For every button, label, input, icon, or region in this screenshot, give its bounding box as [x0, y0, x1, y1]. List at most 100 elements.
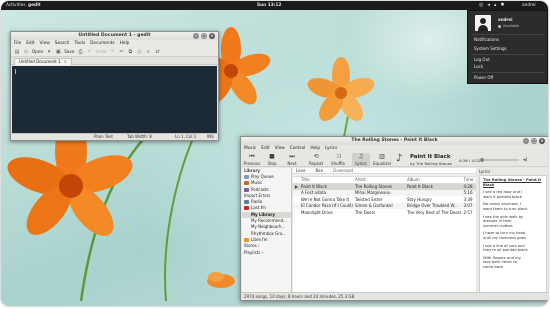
love-button[interactable]: Love — [296, 168, 305, 173]
lyrics-stanza: I see a line of cars and they're all pain… — [483, 243, 528, 253]
lyrics-stanza: No colors anymore, Iwant them to turn bl… — [483, 202, 528, 211]
desktop: Activities gedit Sun 13:12 ◎ ◂ ▴ ✱ andre… — [1, 1, 548, 306]
text-cursor — [15, 69, 16, 74]
menu-view[interactable]: View — [275, 145, 285, 152]
status-dot-icon — [498, 24, 501, 28]
lastfm-icon — [244, 206, 249, 211]
cut-icon[interactable]: ✂ — [118, 49, 124, 55]
menu-view[interactable]: View — [40, 40, 50, 47]
menu-file[interactable]: File — [14, 40, 21, 47]
track-time: 2:57 — [463, 209, 473, 215]
status-icons: ◎ ◂ ▴ ✱ — [479, 2, 505, 8]
maximize-icon[interactable]: □ — [531, 138, 537, 144]
menu-item-notifications[interactable]: Notifications — [474, 37, 499, 42]
menu-tools[interactable]: Tools — [75, 40, 86, 47]
menu-music[interactable]: Music — [244, 145, 256, 152]
window-titlebar[interactable]: Untitled Document 1 - gedit – □ × — [11, 32, 218, 40]
app-menu[interactable]: gedit — [28, 3, 41, 8]
bluetooth-icon[interactable]: ✱ — [500, 2, 504, 8]
menu-documents[interactable]: Documents — [90, 40, 115, 47]
queue-icon — [244, 175, 249, 179]
menubar: Music Edit View Control Help Lyrics — [241, 145, 548, 152]
menu-lyrics[interactable]: Lyrics — [325, 145, 337, 152]
previous-button[interactable]: ⏮ Previous — [243, 153, 261, 166]
stop-icon: ■ — [269, 153, 275, 160]
paste-icon[interactable]: ▥ — [136, 49, 142, 55]
menu-search[interactable]: Search — [55, 40, 70, 47]
open-folder-icon[interactable]: ▭ — [23, 49, 29, 55]
menu-help[interactable]: Help — [120, 40, 130, 47]
user-menu-button[interactable]: andrei — [522, 3, 536, 8]
lyrics-stanza: I see a red door and Iwant it painted bl… — [483, 190, 523, 199]
volume-icon[interactable]: ◂) — [523, 157, 527, 163]
track-table: Title Artist Album Time ▶ Paint It Black… — [293, 177, 476, 216]
menu-item-log-out[interactable]: Log Out — [474, 57, 490, 62]
menu-item-power-off[interactable]: Power Off — [474, 75, 493, 80]
table-row[interactable]: El Condor Pasa (If I Could) Simon & Garf… — [293, 202, 476, 209]
replace-icon[interactable]: ⇄ — [154, 49, 160, 55]
tab-width-selector[interactable]: Tab Width: 8 — [127, 134, 152, 140]
menu-control[interactable]: Control — [290, 145, 306, 152]
lyrics-text[interactable]: The Rolling Stones - Paint It Black I se… — [479, 175, 547, 294]
new-document-icon[interactable]: ▤ — [14, 49, 20, 55]
track-title: We're Not Gonna Take It — [301, 196, 350, 202]
menu-edit[interactable]: Edit — [26, 40, 34, 47]
now-playing-title: Paint It Black — [410, 154, 451, 160]
undo-icon[interactable]: ↶ — [86, 49, 92, 55]
lyrics-icon: ♫ — [358, 153, 364, 160]
minimize-icon[interactable]: – — [523, 138, 529, 144]
menu-item-system-settings[interactable]: System Settings — [474, 46, 507, 51]
network-icon[interactable]: ▴ — [494, 2, 497, 8]
librefm-icon — [244, 237, 249, 242]
maximize-icon[interactable]: □ — [201, 33, 207, 39]
track-album: The Very Best of The Doors — [406, 209, 462, 215]
table-row[interactable]: Moonlight Drive The Doors The Very Best … — [293, 209, 476, 216]
rhythmbox-window: The Rolling Stones - Paint It Black – □ … — [240, 136, 548, 301]
close-icon[interactable]: × — [209, 33, 215, 39]
menu-edit[interactable]: Edit — [261, 145, 269, 152]
ban-button[interactable]: Ban — [315, 168, 323, 173]
divider — [472, 54, 545, 55]
sidebar-group-playlists[interactable]: Playlists › — [242, 250, 291, 256]
accessibility-icon[interactable]: ◎ — [479, 2, 483, 8]
menu-help[interactable]: Help — [310, 145, 320, 152]
divider — [472, 72, 545, 73]
close-icon[interactable]: × — [64, 59, 67, 64]
repeat-button[interactable]: ⟲ Repeat — [307, 153, 325, 166]
print-icon[interactable]: ⎙ — [77, 49, 83, 55]
copy-icon[interactable]: ⧉ — [127, 49, 133, 55]
document-tab[interactable]: Untitled Document 1 × — [14, 58, 72, 65]
download-button[interactable]: Download — [333, 168, 353, 173]
user-menu: andrei Available Notifications System Se… — [467, 10, 548, 84]
shuffle-button[interactable]: ⤨ Shuffle — [329, 153, 347, 166]
save-icon[interactable]: ▣ — [55, 49, 61, 55]
clock[interactable]: Sun 13:12 — [257, 3, 281, 8]
gedit-window: Untitled Document 1 - gedit – □ × File E… — [10, 31, 219, 141]
music-icon — [244, 181, 249, 186]
volume-icon[interactable]: ◂ — [487, 2, 490, 8]
next-button[interactable]: ⏭ Next — [283, 153, 301, 166]
sidebar: Library Play Queue Music Podcasts Import… — [242, 168, 292, 294]
text-editor[interactable] — [12, 66, 217, 133]
undo-button[interactable]: Undo — [95, 49, 106, 54]
open-button[interactable]: Open — [32, 49, 43, 54]
user-name: andrei — [498, 17, 513, 22]
status-selector[interactable]: Available — [498, 24, 519, 28]
stop-button[interactable]: ■ Stop — [263, 153, 281, 166]
seek-slider[interactable] — [477, 158, 519, 162]
seek-handle[interactable] — [480, 158, 485, 162]
close-icon[interactable]: × — [539, 138, 545, 144]
activities-button[interactable]: Activities — [6, 3, 26, 8]
equalizer-icon: ▥ — [379, 153, 385, 160]
minimize-icon[interactable]: – — [193, 33, 199, 39]
window-titlebar[interactable]: The Rolling Stones - Paint It Black – □ … — [241, 137, 548, 145]
shuffle-icon: ⤨ — [335, 153, 341, 160]
menu-item-lock[interactable]: Lock — [474, 64, 483, 69]
lyrics-button[interactable]: ♫ Lyrics — [352, 153, 370, 166]
search-icon[interactable]: ⌕ — [145, 49, 151, 55]
language-selector[interactable]: Plain Text — [94, 134, 113, 140]
save-button[interactable]: Save — [64, 49, 74, 54]
equalizer-button[interactable]: ▥ Equalizer — [373, 153, 391, 166]
chevron-down-icon[interactable]: ▾ — [46, 49, 52, 55]
redo-icon[interactable]: ↷ — [109, 49, 115, 55]
